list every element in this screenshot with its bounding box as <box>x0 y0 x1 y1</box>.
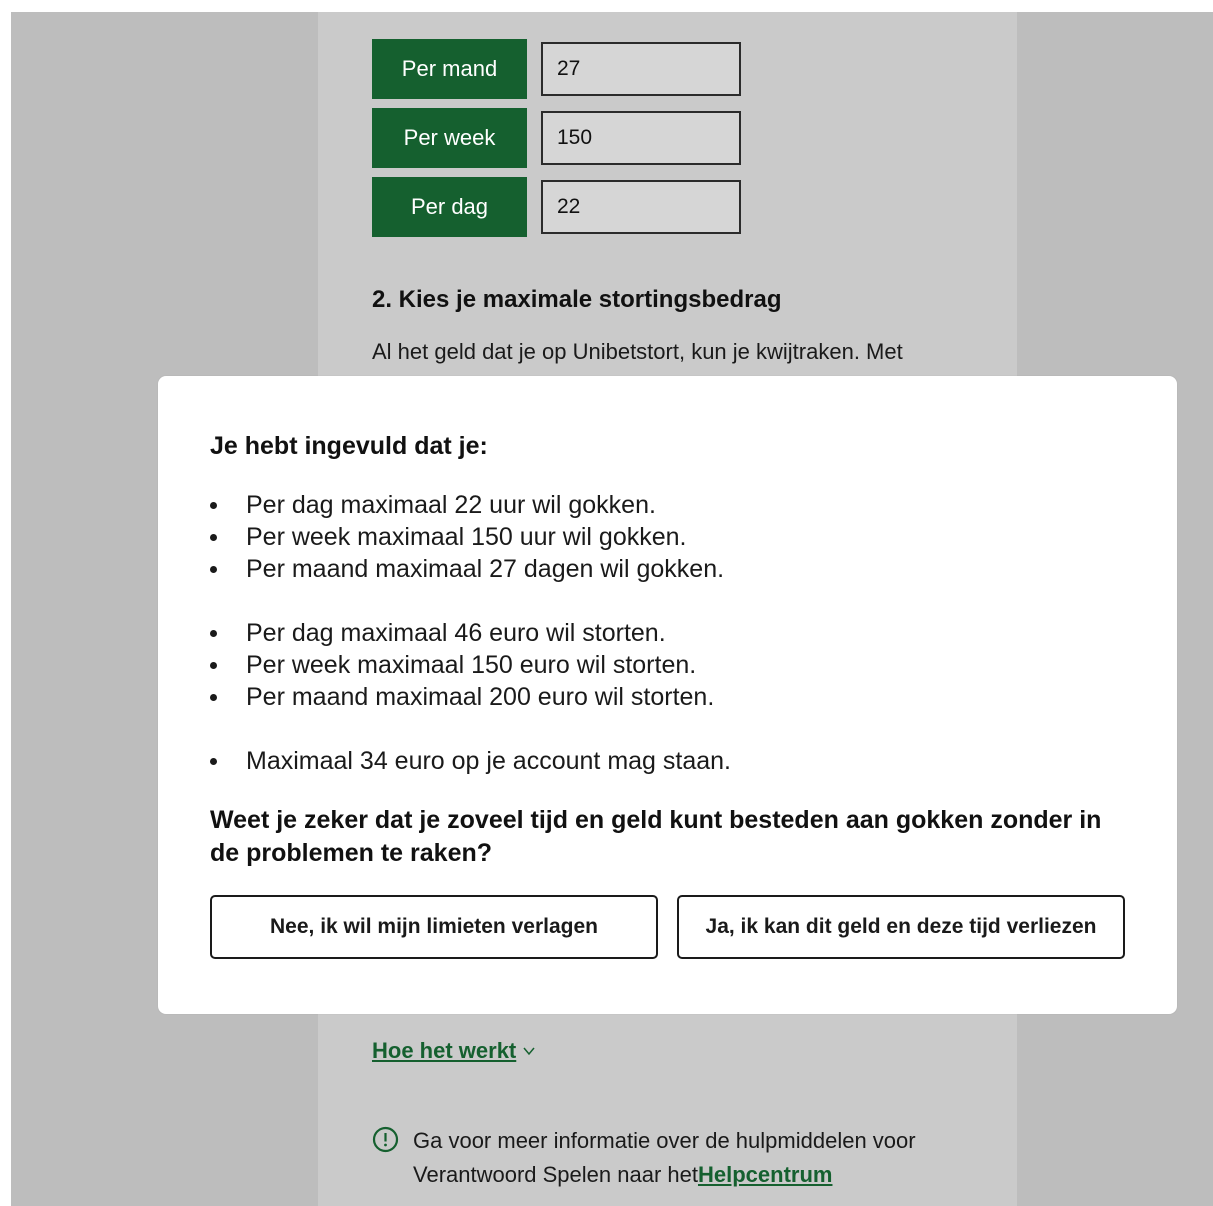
list-item: Per dag maximaal 46 euro wil storten. <box>210 617 714 649</box>
limit-row-week: Per week <box>372 108 741 168</box>
list-item: Maximaal 34 euro op je account mag staan… <box>210 745 731 777</box>
limit-label-week: Per week <box>372 108 527 168</box>
deposit-section-title: 2. Kies je maximale stortingsbedrag <box>372 286 782 313</box>
chevron-down-icon <box>523 1047 535 1056</box>
modal-question: Weet je zeker dat je zoveel tijd en geld… <box>210 806 1102 867</box>
info-notice: Ga voor meer informatie over de hulpmidd… <box>372 1124 973 1192</box>
limit-row-month: Per mand <box>372 39 741 99</box>
list-item: Per week maximaal 150 uur wil gokken. <box>210 521 724 553</box>
how-it-works-label: Hoe het werkt <box>372 1038 517 1063</box>
limit-input-month[interactable] <box>541 42 741 96</box>
accept-risk-button[interactable]: Ja, ik kan dit geld en deze tijd verliez… <box>677 895 1125 959</box>
limit-row-day: Per dag <box>372 177 741 237</box>
info-text-body: Ga voor meer informatie over de hulpmidd… <box>413 1128 916 1187</box>
how-it-works-toggle[interactable]: Hoe het werkt <box>372 1038 536 1064</box>
info-text: Ga voor meer informatie over de hulpmidd… <box>413 1124 973 1192</box>
limit-input-day[interactable] <box>541 180 741 234</box>
limit-input-week[interactable] <box>541 111 741 165</box>
list-item: Per dag maximaal 22 uur wil gokken. <box>210 489 724 521</box>
list-item: Per maand maximaal 27 dagen wil gokken. <box>210 553 724 585</box>
lower-limits-button[interactable]: Nee, ik wil mijn limieten verlagen <box>210 895 658 959</box>
deposit-section-text: Al het geld dat je op Unibetstort, kun j… <box>372 339 903 364</box>
modal-heading: Je hebt ingevuld dat je: <box>210 432 488 460</box>
confirmation-modal: Je hebt ingevuld dat je: Per dag maximaa… <box>158 376 1177 1014</box>
exclamation-circle-icon <box>372 1126 399 1153</box>
deposit-limit-list: Per dag maximaal 46 euro wil storten. Pe… <box>210 617 714 713</box>
helpcentrum-link[interactable]: Helpcentrum <box>698 1162 832 1187</box>
limit-label-day: Per dag <box>372 177 527 237</box>
list-item: Per week maximaal 150 euro wil storten. <box>210 649 714 681</box>
list-item: Per maand maximaal 200 euro wil storten. <box>210 681 714 713</box>
limit-label-month: Per mand <box>372 39 527 99</box>
balance-limit-list: Maximaal 34 euro op je account mag staan… <box>210 745 731 777</box>
time-limit-list: Per dag maximaal 22 uur wil gokken. Per … <box>210 489 724 585</box>
